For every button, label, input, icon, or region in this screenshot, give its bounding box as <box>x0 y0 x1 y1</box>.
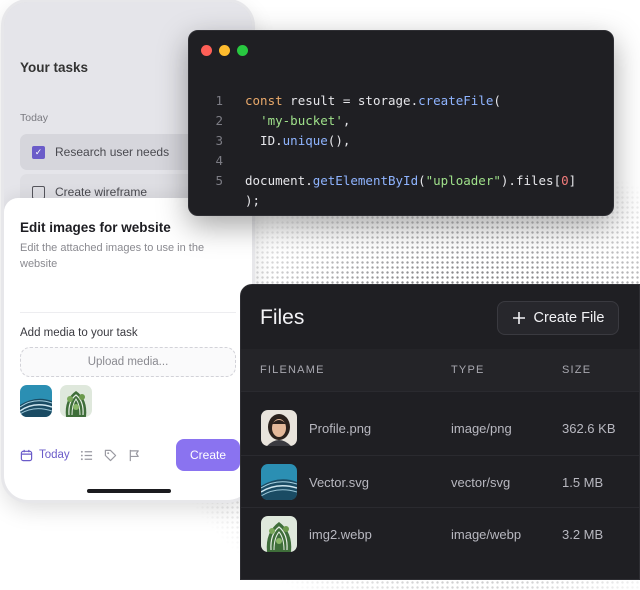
code-line: ); <box>245 193 261 208</box>
divider <box>241 507 639 508</box>
flag-icon[interactable] <box>128 448 142 462</box>
code-block[interactable]: 1 const result = storage.createFile( 2 'm… <box>189 91 613 211</box>
upload-media-button[interactable]: Upload media... <box>20 347 236 377</box>
webp-thumbnail <box>261 516 297 552</box>
divider <box>241 391 639 392</box>
task-label: Research user needs <box>55 145 170 159</box>
table-header: FILENAME TYPE SIZE <box>241 349 639 391</box>
media-label: Add media to your task <box>20 327 138 339</box>
code-line: 4 <box>189 151 613 171</box>
code-line: 1 const result = storage.createFile( <box>189 91 613 111</box>
today-label: Today <box>39 449 70 461</box>
line-number: 5 <box>215 173 223 188</box>
plus-icon <box>512 312 525 324</box>
checkbox-icon[interactable] <box>32 185 45 199</box>
files-title: Files <box>260 306 305 329</box>
list-icon[interactable] <box>80 448 94 462</box>
task-toolbar: Today Create <box>20 438 240 472</box>
divider <box>241 455 639 456</box>
calendar-icon <box>20 449 33 461</box>
code-line: 3 ID.unique(), <box>189 131 613 151</box>
column-header-size[interactable]: SIZE <box>562 364 591 376</box>
create-file-label: Create File <box>533 310 605 326</box>
column-header-type[interactable]: TYPE <box>451 364 485 376</box>
profile-thumbnail <box>261 410 297 446</box>
line-number: 1 <box>215 93 223 108</box>
building-image-icon <box>20 385 52 417</box>
code-editor-window: 1 const result = storage.createFile( 2 'm… <box>188 30 614 216</box>
file-size: 362.6 KB <box>562 421 616 436</box>
media-thumbnail[interactable] <box>60 385 92 417</box>
create-button[interactable]: Create <box>176 439 240 471</box>
sheet-description[interactable]: Edit the attached images to use in the w… <box>20 240 232 272</box>
divider <box>20 312 236 313</box>
garden-building-image-icon <box>60 385 92 417</box>
garden-building-image-icon <box>261 516 297 552</box>
task-label: Create wireframe <box>55 185 148 199</box>
close-window-button[interactable] <box>201 44 212 56</box>
table-row[interactable]: Vector.svg vector/svg 1.5 MB <box>241 457 639 509</box>
file-name: img2.webp <box>309 527 372 542</box>
table-row[interactable]: Profile.png image/png 362.6 KB <box>241 403 639 455</box>
minimize-window-button[interactable] <box>219 44 230 56</box>
media-thumbnail[interactable] <box>20 385 52 417</box>
home-indicator <box>87 489 171 493</box>
code-line: 2 'my-bucket', <box>189 111 613 131</box>
create-file-button[interactable]: Create File <box>497 301 619 335</box>
person-photo-icon <box>261 410 297 446</box>
line-number: 4 <box>215 153 223 168</box>
tag-icon[interactable] <box>104 448 118 462</box>
line-number: 3 <box>215 133 223 148</box>
file-size: 1.5 MB <box>562 475 604 490</box>
checkbox-checked-icon[interactable]: ✓ <box>32 145 45 159</box>
column-header-filename[interactable]: FILENAME <box>260 364 325 376</box>
file-size: 3.2 MB <box>562 527 604 542</box>
sheet-title: Edit images for website <box>20 220 171 235</box>
file-name: Vector.svg <box>309 475 369 490</box>
line-number: 2 <box>215 113 223 128</box>
file-type: image/png <box>451 421 512 436</box>
tasks-title: Your tasks <box>20 60 89 75</box>
maximize-window-button[interactable] <box>237 44 248 56</box>
code-line: 5 document.getElementById("uploader").fil… <box>189 171 613 191</box>
today-button[interactable]: Today <box>20 438 70 472</box>
edit-task-sheet: Edit images for website Edit the attache… <box>4 198 252 500</box>
vector-thumbnail <box>261 464 297 500</box>
file-type: vector/svg <box>451 475 511 490</box>
files-panel: Files Create File FILENAME TYPE SIZE Pro… <box>240 284 640 580</box>
table-row[interactable]: img2.webp image/webp 3.2 MB <box>241 509 639 561</box>
building-image-icon <box>261 464 297 500</box>
window-titlebar <box>189 31 613 69</box>
file-name: Profile.png <box>309 421 372 436</box>
section-label-today: Today <box>20 112 49 124</box>
file-type: image/webp <box>451 527 522 542</box>
